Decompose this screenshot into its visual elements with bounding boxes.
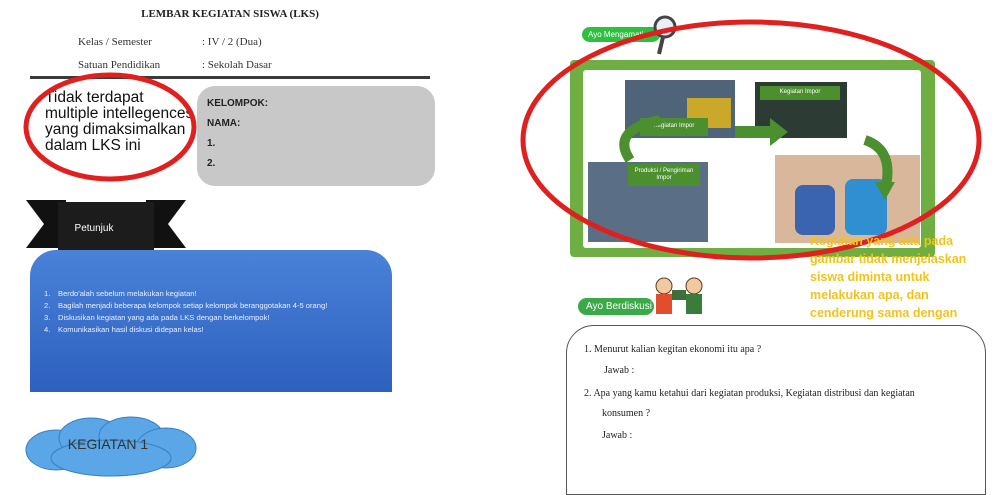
annotation-right: Kegiatan yang ada pada gambar tidak menj… [810, 234, 967, 320]
question-text: Menurut kalian kegitan ekonomi itu apa ? [594, 344, 762, 355]
discussion-people-icon [655, 277, 703, 314]
answer-2: Jawab : [602, 430, 633, 441]
question-2-cont: konsumen ? [602, 408, 651, 419]
question-1: 1. Menurut kalian kegitan ekonomi itu ap… [584, 344, 761, 355]
ayo-berdiskusi-tag: Ayo Berdiskusi [578, 298, 654, 315]
question-number: 1. [584, 344, 592, 355]
answer-1: Jawab : [604, 365, 635, 376]
question-2: 2. Apa yang kamu ketahui dari kegiatan p… [584, 388, 915, 399]
question-number: 2. [584, 388, 592, 399]
question-text: Apa yang kamu ketahui dari kegiatan prod… [593, 388, 915, 399]
